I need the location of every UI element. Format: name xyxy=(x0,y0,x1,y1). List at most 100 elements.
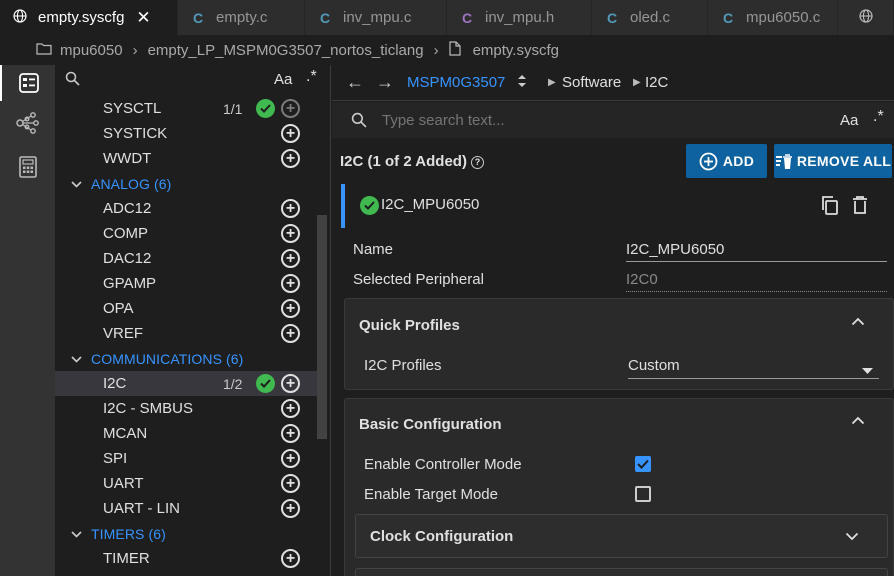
add-circle-icon[interactable]: + xyxy=(281,549,300,568)
copy-icon[interactable] xyxy=(820,195,839,220)
add-circle-icon[interactable]: + xyxy=(281,449,300,468)
tree-item-i2c-smbus[interactable]: I2C - SMBUS + xyxy=(55,396,317,421)
search-icon xyxy=(351,112,367,132)
config-search-input[interactable] xyxy=(382,108,802,132)
tab-oled-c[interactable]: C oled.c xyxy=(592,0,708,35)
quick-profiles-title[interactable]: Quick Profiles xyxy=(359,317,460,334)
match-case-toggle[interactable]: Aa xyxy=(274,71,292,88)
tree-item-spi[interactable]: SPI + xyxy=(55,446,317,471)
tree-item-sysctl[interactable]: SYSCTL 1/1 + xyxy=(55,96,317,121)
delete-icon[interactable] xyxy=(852,195,868,219)
tab-label: inv_mpu.h xyxy=(485,9,555,26)
calculator-icon xyxy=(18,156,37,178)
tree-item-dac12[interactable]: DAC12 + xyxy=(55,246,317,271)
tree-item-label: TIMERS (6) xyxy=(91,525,166,542)
name-field[interactable]: I2C_MPU6050 xyxy=(626,241,887,262)
tree-item-opa[interactable]: OPA + xyxy=(55,296,317,321)
breadcrumb-file[interactable]: empty.syscfg xyxy=(473,42,559,59)
tab-overflow[interactable] xyxy=(838,0,894,35)
dropdown-caret-icon xyxy=(862,362,873,379)
chevron-right-icon: › xyxy=(433,41,439,59)
regex-toggle-icon[interactable]: .* xyxy=(873,108,884,126)
tab-label: empty.c xyxy=(216,9,268,26)
add-circle-icon[interactable]: + xyxy=(281,249,300,268)
clock-configuration-group[interactable]: Clock Configuration xyxy=(355,514,888,558)
instance-row[interactable]: I2C_MPU6050 xyxy=(341,184,894,228)
add-circle-icon[interactable]: + xyxy=(281,274,300,293)
tree-item-gpamp[interactable]: GPAMP + xyxy=(55,271,317,296)
tree-category-timers-6[interactable]: TIMERS (6) xyxy=(55,521,317,546)
add-circle-icon[interactable]: + xyxy=(281,224,300,243)
basic-configuration-title[interactable]: Basic Configuration xyxy=(359,416,502,433)
tree-item-label: ADC12 xyxy=(103,200,152,217)
tree-item-label: SYSTICK xyxy=(103,125,168,142)
tab-empty-c[interactable]: C empty.c xyxy=(178,0,305,35)
add-circle-icon[interactable]: + xyxy=(281,199,300,218)
breadcrumb-project[interactable]: empty_LP_MSPM0G3507_nortos_ticlang xyxy=(148,42,424,59)
tab-mpu6050-c[interactable]: C mpu6050.c xyxy=(708,0,838,35)
add-circle-icon[interactable]: + xyxy=(281,499,300,518)
tab-inv-mpu-c[interactable]: C inv_mpu.c xyxy=(305,0,447,35)
regex-toggle-icon[interactable]: .* xyxy=(306,68,317,86)
chevron-up-icon[interactable] xyxy=(851,412,865,428)
add-circle-icon[interactable]: + xyxy=(281,474,300,493)
instance-count: 1/1 xyxy=(223,100,243,117)
tab-empty-syscfg[interactable]: empty.syscfg ✕ xyxy=(0,0,178,35)
tree-item-vref[interactable]: VREF + xyxy=(55,321,317,346)
remove-all-button[interactable]: REMOVE ALL xyxy=(774,144,892,178)
tree-item-uart[interactable]: UART + xyxy=(55,471,317,496)
help-icon[interactable]: ? xyxy=(470,156,484,169)
tree-item-i2c[interactable]: I2C 1/2 + xyxy=(55,371,317,396)
close-icon[interactable]: ✕ xyxy=(136,8,150,28)
add-circle-icon[interactable]: + xyxy=(281,374,300,393)
calculator-view-button[interactable] xyxy=(0,149,55,185)
search-icon xyxy=(65,71,80,90)
i2c-profiles-select[interactable]: Custom xyxy=(628,357,879,379)
tab-inv-mpu-h[interactable]: C inv_mpu.h xyxy=(447,0,592,35)
back-arrow-icon[interactable]: ← xyxy=(346,72,364,93)
basic-configuration-group: Basic Configuration Enable Controller Mo… xyxy=(344,398,894,576)
tree-item-label: GPAMP xyxy=(103,275,157,292)
tree-item-wwdt[interactable]: WWDT + xyxy=(55,146,317,171)
add-circle-icon[interactable]: + xyxy=(281,399,300,418)
add-circle-icon[interactable]: + xyxy=(281,149,300,168)
tree-item-timer[interactable]: TIMER + xyxy=(55,546,317,571)
target-mode-checkbox[interactable] xyxy=(635,486,651,502)
add-circle-icon[interactable]: + xyxy=(281,324,300,343)
add-circle-icon[interactable]: + xyxy=(281,299,300,318)
sort-arrows-icon[interactable] xyxy=(517,73,527,93)
tree-item-adc12[interactable]: ADC12 + xyxy=(55,196,317,221)
add-button[interactable]: ADD xyxy=(686,144,767,178)
tree-item-comp[interactable]: COMP + xyxy=(55,221,317,246)
tree-item-systick[interactable]: SYSTICK + xyxy=(55,121,317,146)
tree-item-uart-lin[interactable]: UART - LIN + xyxy=(55,496,317,521)
chevron-down-icon[interactable] xyxy=(845,528,859,544)
device-selector[interactable]: MSPM0G3507 xyxy=(407,74,505,91)
board-view-button[interactable] xyxy=(0,105,55,141)
add-circle-icon[interactable]: + xyxy=(281,424,300,443)
tree-category-communications-6[interactable]: COMMUNICATIONS (6) xyxy=(55,346,317,371)
chevron-down-icon[interactable] xyxy=(71,526,82,541)
tree-search-bar[interactable]: Aa .* xyxy=(55,65,330,95)
tree-item-mcan[interactable]: MCAN + xyxy=(55,421,317,446)
controller-mode-checkbox[interactable] xyxy=(635,456,651,472)
tree-category-analog-6[interactable]: ANALOG (6) xyxy=(55,171,317,196)
clock-configuration-title: Clock Configuration xyxy=(370,528,514,545)
match-case-toggle[interactable]: Aa xyxy=(840,112,858,129)
forward-arrow-icon[interactable]: → xyxy=(376,72,394,93)
chevron-down-icon[interactable] xyxy=(71,351,82,366)
nav-crumb-i2c[interactable]: I2C xyxy=(645,74,668,91)
add-circle-icon[interactable]: + xyxy=(281,124,300,143)
tree-scrollbar[interactable] xyxy=(317,215,327,439)
breadcrumb-folder[interactable]: mpu6050 xyxy=(60,42,123,59)
chevron-down-icon[interactable] xyxy=(71,176,82,191)
nav-crumb-software[interactable]: Software xyxy=(562,74,621,91)
tree-item-label: SPI xyxy=(103,450,128,467)
add-circle-icon[interactable]: + xyxy=(281,99,300,118)
chevron-up-icon[interactable] xyxy=(851,313,865,329)
selected-peripheral-field[interactable]: I2C0 xyxy=(626,271,887,292)
next-subgroup[interactable] xyxy=(355,568,888,576)
software-view-button[interactable] xyxy=(0,65,55,101)
tree-item-label: I2C - SMBUS xyxy=(103,400,194,417)
tree-item-label: DAC12 xyxy=(103,250,152,267)
